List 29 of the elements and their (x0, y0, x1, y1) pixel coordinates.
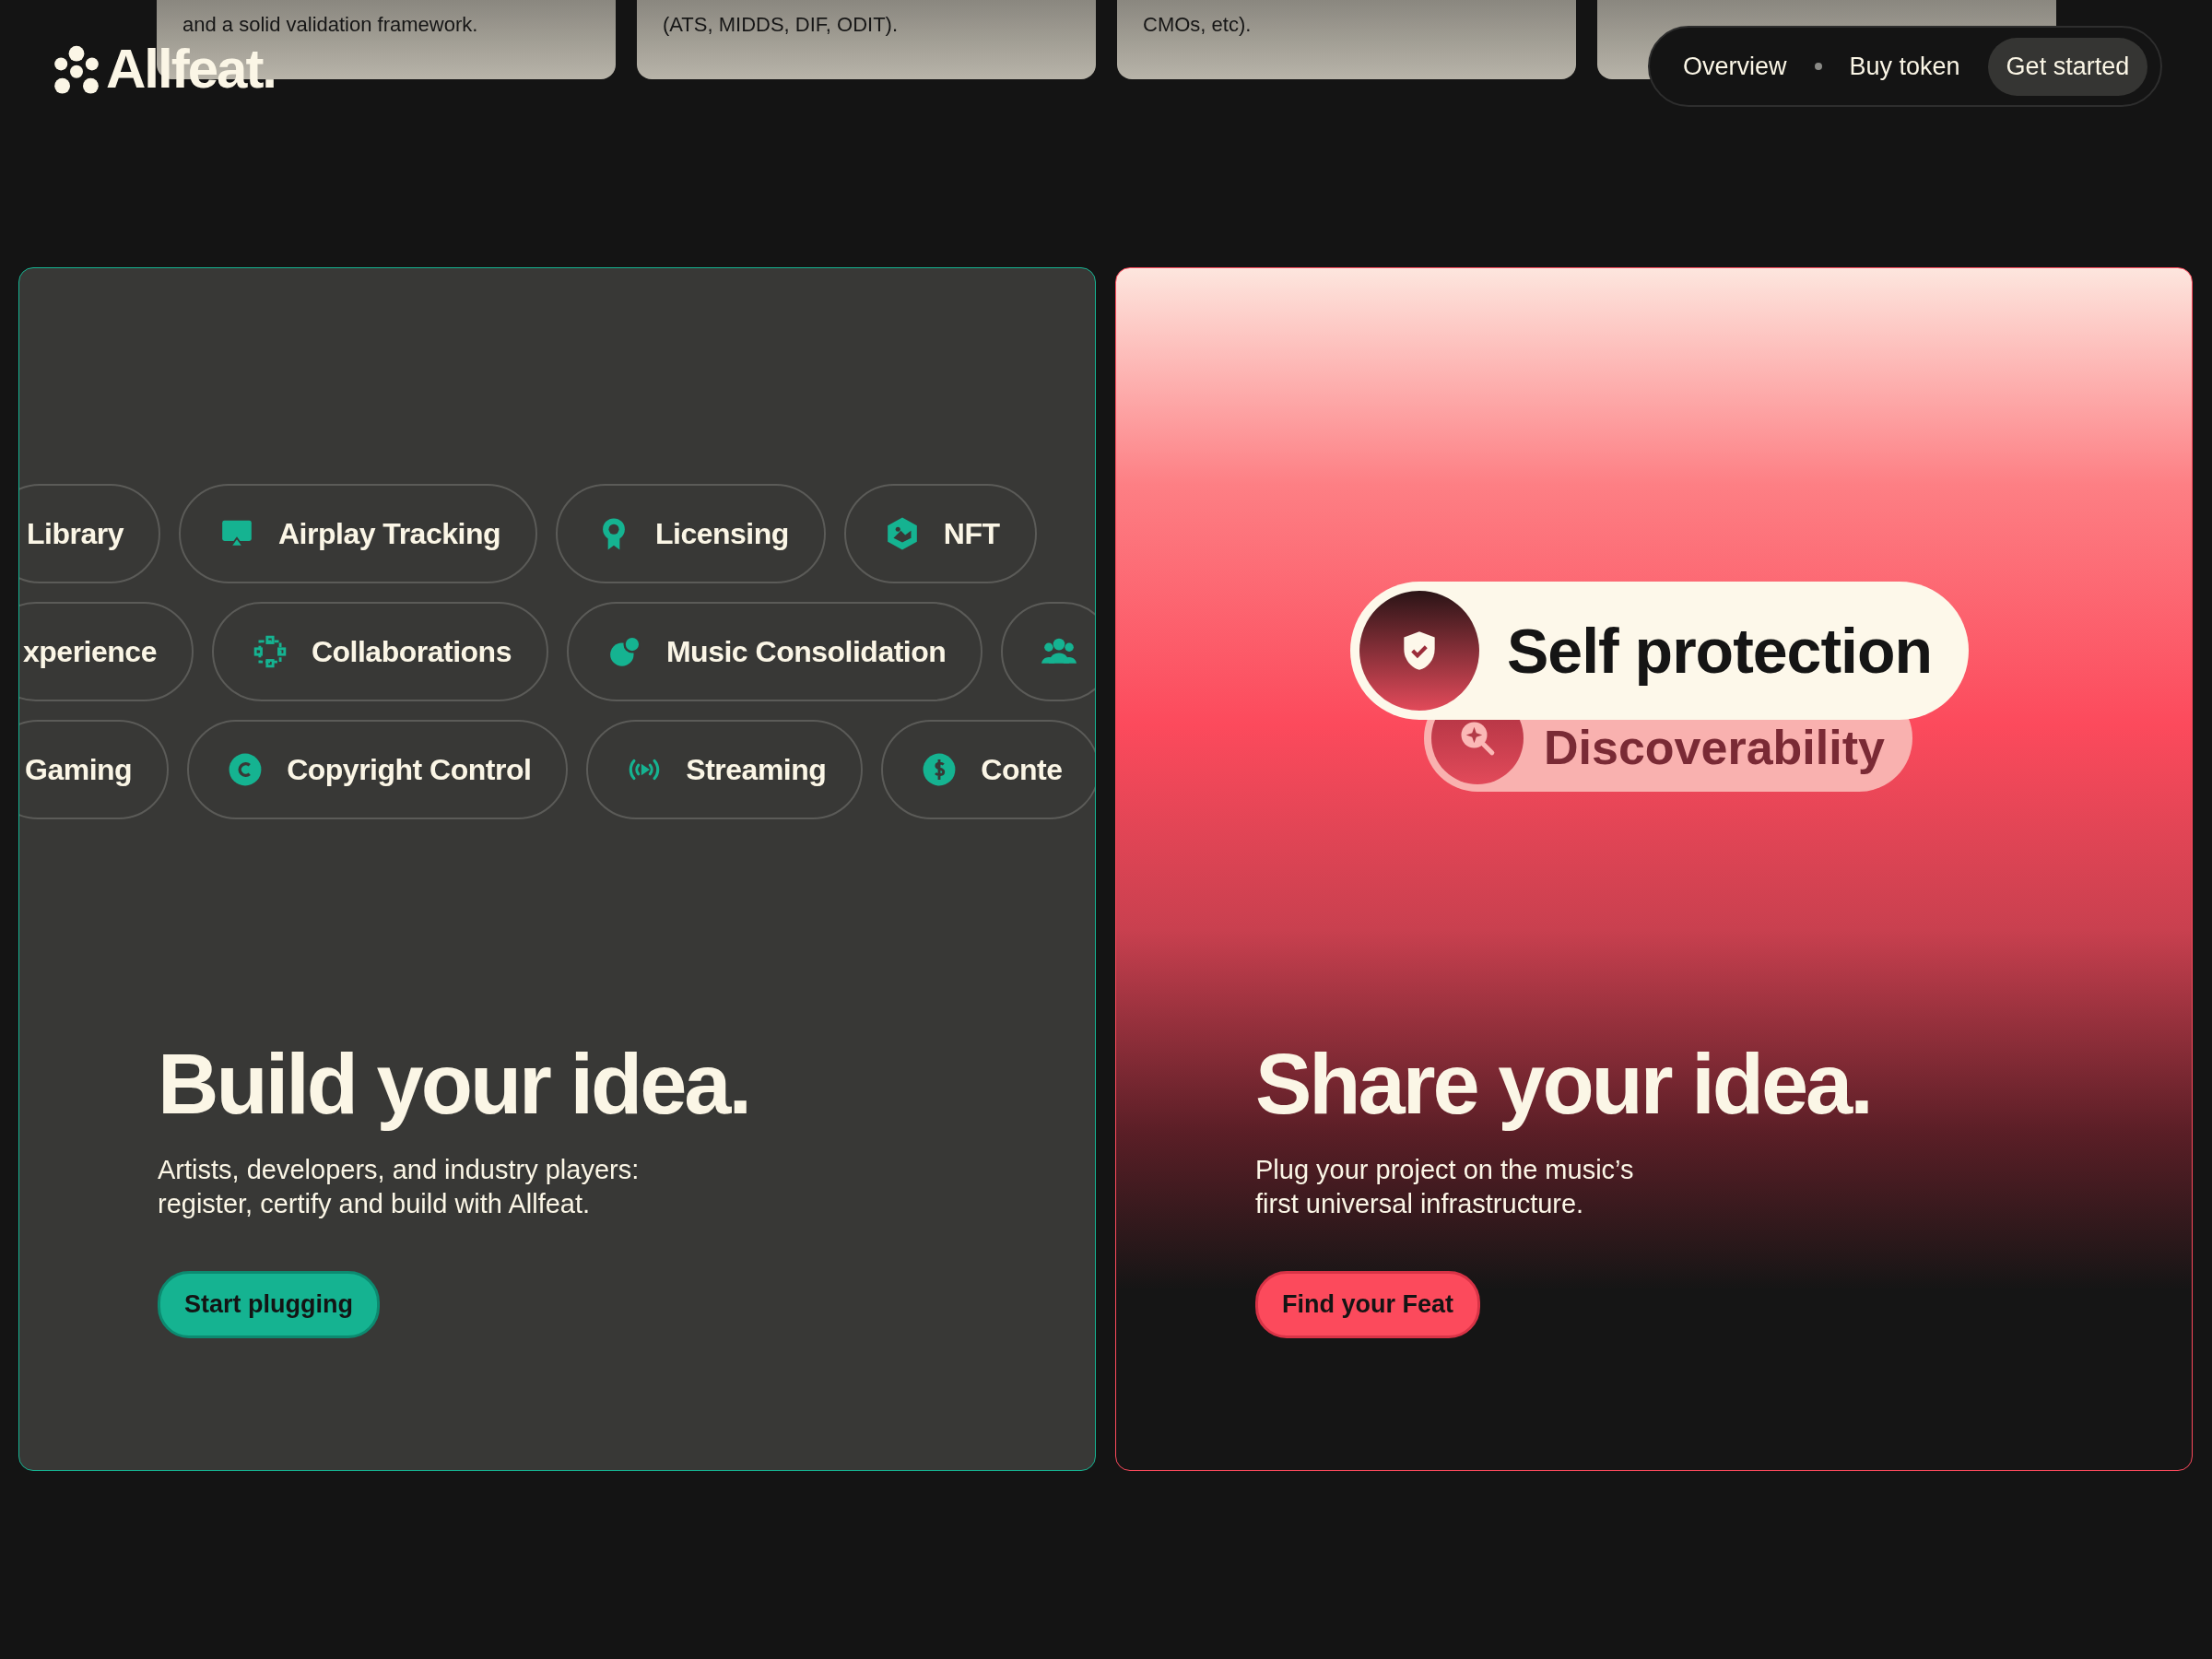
pill-label: Self protection (1507, 615, 1933, 687)
nav-link[interactable]: Overview (1683, 52, 1787, 81)
card-text: (ATS, MIDDS, DIF, ODIT). (663, 13, 899, 37)
chip-label: Airplay Tracking (278, 516, 500, 551)
get-started-button[interactable]: Get started (1987, 37, 2148, 96)
separator-dot (1814, 63, 1822, 70)
chip-label: Library (27, 516, 124, 551)
start-plugging-button[interactable]: Start plugging (158, 1271, 380, 1338)
chip-label: Music Consolidation (665, 634, 947, 669)
chip-label: Collaborations (311, 634, 512, 669)
card-text: CMOs, etc). (1143, 13, 1252, 37)
dollar-icon (922, 752, 958, 787)
pill-label: Discoverability (1544, 720, 1885, 775)
chip-label: Streaming (686, 752, 827, 787)
card-text: and a solid validation framework. (182, 13, 478, 37)
chip-label: Licensing (654, 516, 789, 551)
chip-label: Copyright Control (287, 752, 532, 787)
chip-label: Gaming (25, 752, 133, 787)
find-your-feat-button[interactable]: Find your Feat (1255, 1271, 1480, 1338)
chip-label: xperience (23, 634, 157, 669)
nav-link[interactable]: Buy token (1849, 52, 1960, 81)
chip-label: NFT (943, 516, 1000, 551)
panel-description: Artists, developers, and industry players: register, certify and build with Allfeat. (158, 1154, 641, 1220)
panel-title: Build your idea. (158, 1036, 750, 1133)
chip-label: Conte (981, 752, 1063, 787)
panel-description: Plug your project on the music’s first universal infrastructure. (1255, 1154, 1635, 1220)
copyright-icon (228, 752, 264, 787)
panel-title: Share your idea. (1255, 1036, 1871, 1133)
nodes-icon (252, 634, 288, 669)
